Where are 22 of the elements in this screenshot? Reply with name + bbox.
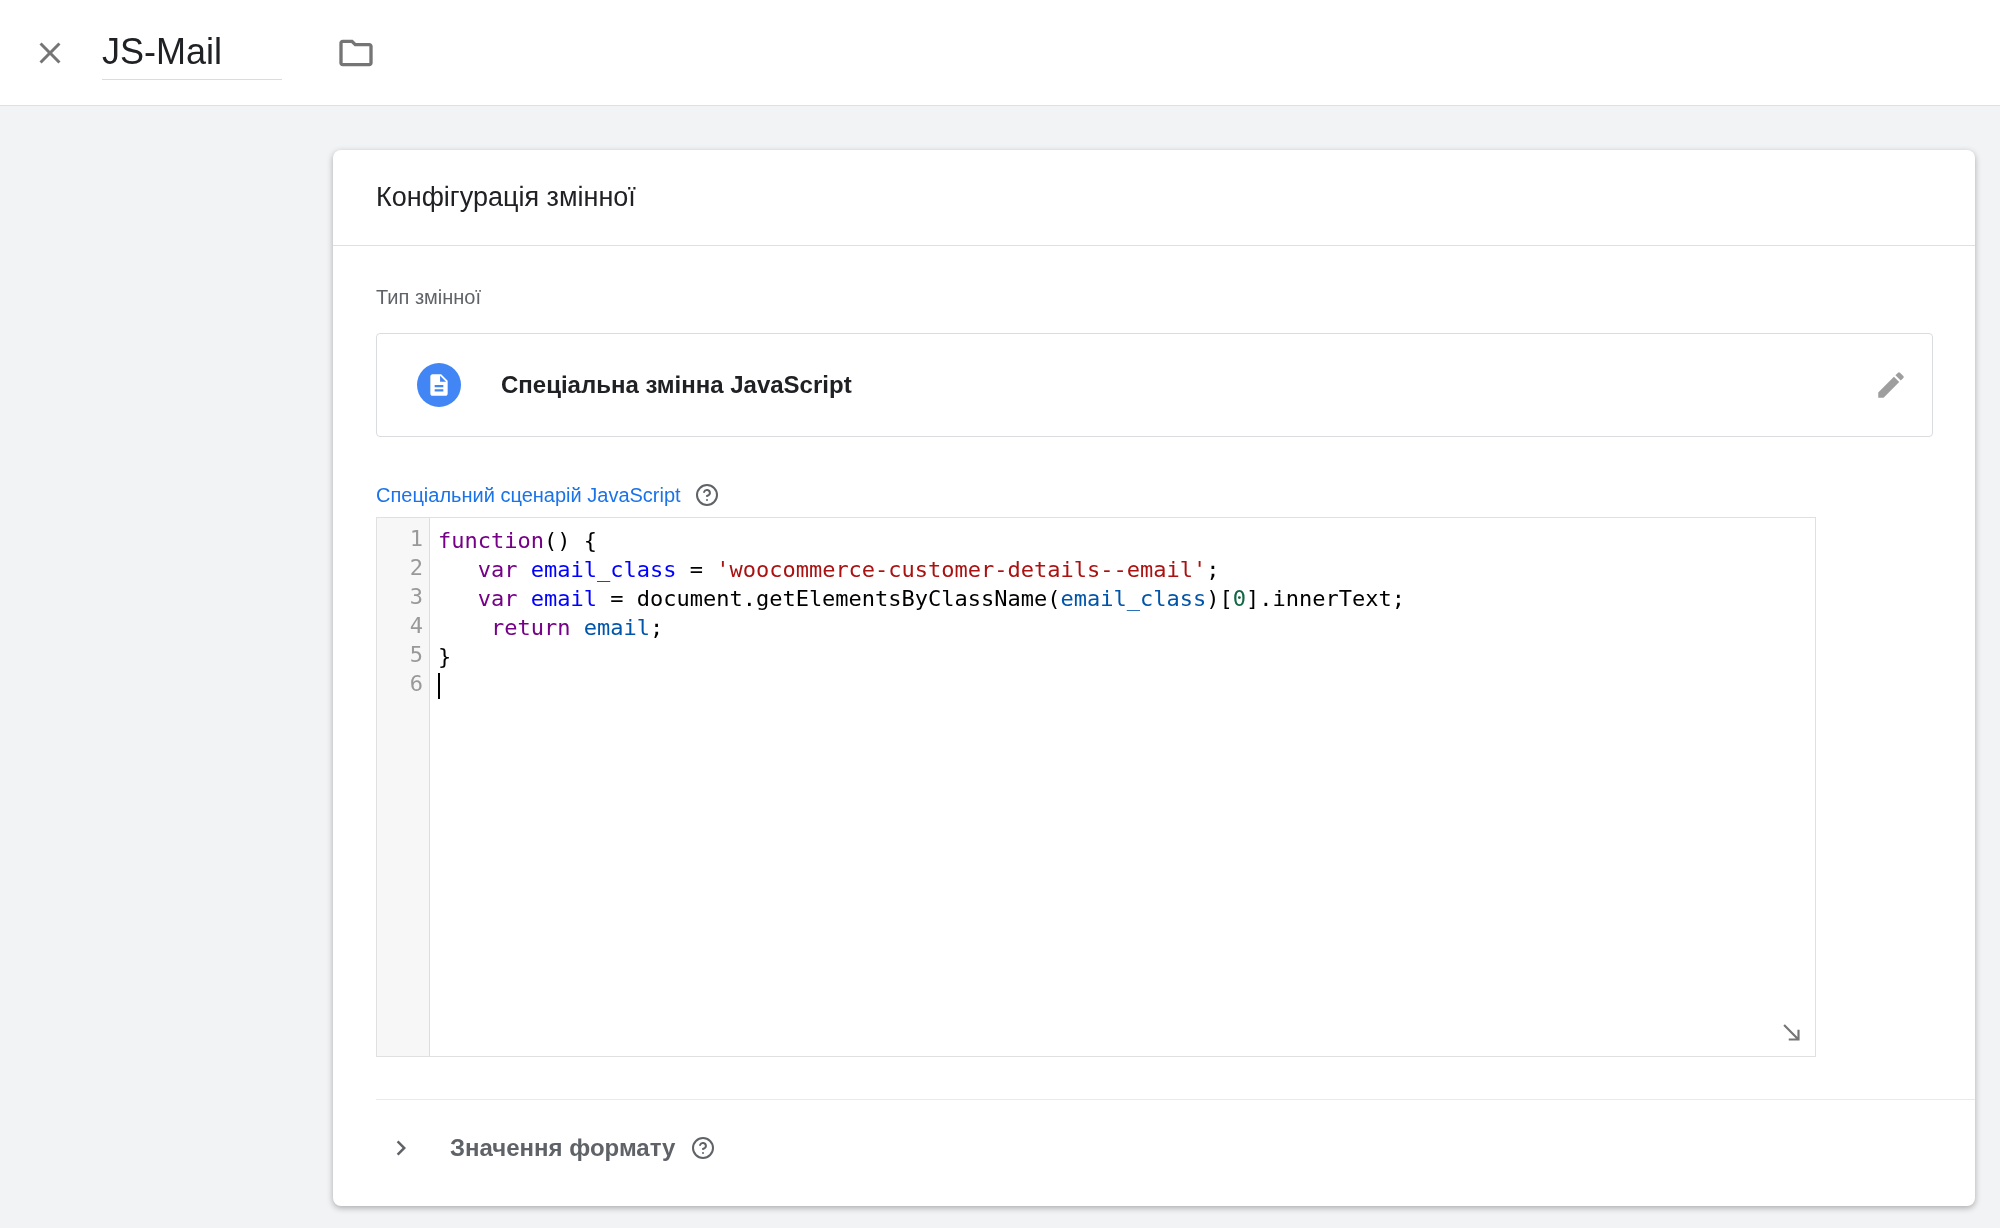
- section-label: Тип змінної: [376, 286, 483, 309]
- code-line: }: [438, 643, 453, 671]
- code-editor[interactable]: 1 2 3 4 5 6 function() { var email_class = 'woocommerce-customer-details--email'; var email = document.getElementsByClassName(email_class)[0].innerText; return email; }: [376, 517, 1816, 1057]
- variable-type-selector[interactable]: Спеціальна змінна JavaScript: [376, 333, 1933, 437]
- line-number: 5: [408, 642, 424, 669]
- line-number: 2: [408, 555, 424, 582]
- help-icon[interactable]: [694, 483, 719, 507]
- code-line: var email_class = 'woocommerce-customer-details--email';: [476, 556, 1221, 584]
- document-icon: [417, 363, 461, 407]
- section-label: Спеціальний сценарій JavaScript: [376, 483, 681, 507]
- line-number: 4: [408, 613, 424, 640]
- code-line: var email = document.getElementsByClassName(email_class)[0].innerText;: [476, 585, 1406, 613]
- card-title: Конфігурація змінної: [333, 150, 1975, 246]
- line-number: 3: [408, 584, 424, 611]
- variable-type-name: Спеціальна змінна JavaScript: [501, 371, 853, 399]
- name-field[interactable]: JS-Mail: [102, 25, 282, 80]
- line-number: 1: [408, 526, 424, 553]
- line-number: 6: [408, 671, 424, 698]
- format-value-toggle[interactable]: Значення формату: [376, 1100, 1933, 1196]
- code-line: function() {: [438, 527, 598, 555]
- code-line: return email;: [489, 614, 665, 642]
- help-icon[interactable]: [691, 1136, 716, 1160]
